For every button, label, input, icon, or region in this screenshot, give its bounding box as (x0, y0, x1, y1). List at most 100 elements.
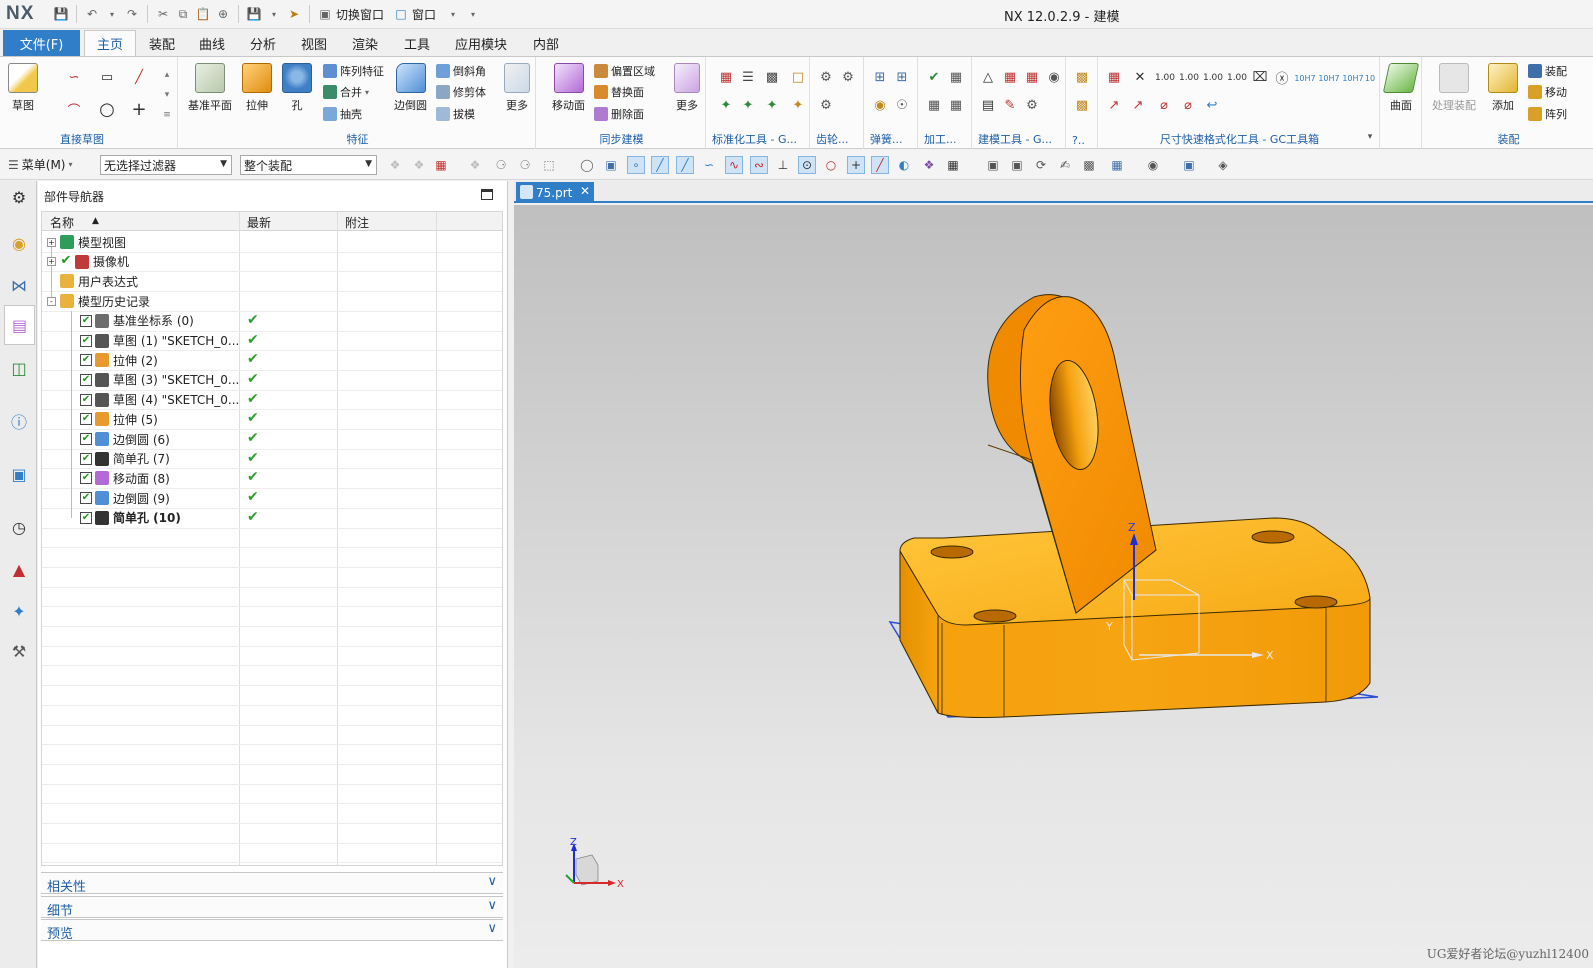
visibility-checkbox[interactable]: ✔ (80, 472, 92, 485)
gc-tool-2-icon[interactable]: ☰ (740, 69, 756, 85)
visibility-checkbox[interactable]: ✔ (80, 354, 92, 367)
arc-icon[interactable]: ⌒ (66, 101, 82, 119)
tree-node[interactable]: - 模型历史记录 (42, 292, 242, 311)
menu-button[interactable]: ☰ 菜单(M) ▾ (8, 156, 73, 173)
view-rotate-icon[interactable]: ⟳ (1032, 156, 1050, 174)
rectangle-icon[interactable]: ▭ (99, 69, 115, 85)
circle-icon[interactable]: ○ (99, 99, 115, 120)
pattern-component-button[interactable]: 阵列 (1528, 106, 1567, 122)
replace-face-button[interactable]: 替换面 (594, 84, 644, 100)
profile-icon[interactable]: ∽ (66, 69, 82, 85)
more-tool-2-icon[interactable]: ▩ (1074, 97, 1090, 113)
tab-internal[interactable]: 内部 (524, 30, 568, 56)
move-component-button[interactable]: 移动 (1528, 84, 1567, 100)
gc-tool-7-icon[interactable]: ✦ (764, 97, 780, 113)
shaded-icon[interactable]: ▣ (1180, 156, 1198, 174)
tab-tools[interactable]: 工具 (395, 30, 439, 56)
modeling-tool-4-icon[interactable]: ◉ (1046, 69, 1062, 85)
save-dropdown-icon[interactable]: ▾ (265, 5, 283, 23)
gc-tool-6-icon[interactable]: ✦ (740, 97, 756, 113)
sketch-button[interactable]: 草图 (8, 63, 38, 113)
undo-icon[interactable]: ↶ (83, 5, 101, 23)
visibility-checkbox[interactable]: ✔ (80, 511, 92, 524)
view-zoom-icon[interactable]: ▣ (1008, 156, 1026, 174)
draft-button[interactable]: 拔模 (436, 106, 475, 122)
tree-node[interactable]: ✔ 草图 (3) "SKETCH_0... (42, 370, 242, 389)
snap-line-icon[interactable]: ╱ (676, 156, 694, 174)
selection-scope-select[interactable]: 整个装配 ▼ (240, 155, 377, 175)
collapse-icon[interactable]: - (47, 296, 56, 306)
history-icon[interactable]: ◷ (7, 515, 31, 539)
window-menu-button[interactable]: 窗口 (412, 6, 436, 23)
save-as-icon[interactable]: 💾 (245, 5, 263, 23)
tree-node[interactable]: ✔ 基准坐标系 (0) (42, 311, 242, 330)
view-pan-icon[interactable]: ✍ (1056, 156, 1074, 174)
tree-node[interactable]: 用户表达式 (42, 272, 242, 291)
tree-node[interactable]: + ✔ 摄像机 (42, 252, 242, 271)
visibility-checkbox[interactable]: ✔ (80, 334, 92, 347)
paste-icon[interactable]: 📋 (194, 5, 212, 23)
assembly-constraints-button[interactable]: 装配 (1528, 63, 1567, 79)
more-tool-1-icon[interactable]: ▩ (1074, 69, 1090, 85)
modeling-tool-3-icon[interactable]: ▦ (1024, 69, 1040, 85)
visibility-checkbox[interactable]: ✔ (80, 314, 92, 327)
view-orient-icon[interactable]: ▦ (1108, 156, 1126, 174)
tab-render[interactable]: 渲染 (343, 30, 387, 56)
copy-icon[interactable]: ⧉ (174, 5, 192, 23)
tolerance-1-button[interactable]: 1.00 (1154, 70, 1176, 86)
view-tool-icon[interactable]: ▣ (602, 156, 620, 174)
trim-body-button[interactable]: 修剪体 (436, 84, 486, 100)
paste-special-icon[interactable]: ⊕ (214, 5, 232, 23)
edge-blend-button[interactable]: 边倒圆 (394, 63, 427, 113)
tab-file[interactable]: 文件(F) (3, 30, 80, 56)
spring-tool-3-icon[interactable]: ◉ (872, 97, 888, 113)
system-materials-icon[interactable]: ⚒ (7, 639, 31, 663)
spring-tool-4-icon[interactable]: ☉ (894, 97, 910, 113)
tolerance-4-button[interactable]: 1.00 (1226, 70, 1248, 86)
spring-tool-2-icon[interactable]: ⊞ (894, 69, 910, 85)
selection-tool-icon[interactable]: ❖ (410, 156, 428, 174)
save-icon[interactable]: 💾 (52, 5, 70, 23)
tree-node[interactable]: ✔ 草图 (4) "SKETCH_0... (42, 390, 242, 409)
dim-paren-x-icon[interactable]: ⓧ (1274, 69, 1290, 87)
dependencies-panel[interactable]: 相关性 ∨ (41, 872, 503, 895)
snap-point-icon[interactable]: ∿ (725, 156, 743, 174)
render-style-icon[interactable]: ◉ (1144, 156, 1162, 174)
snap-center-icon[interactable]: ⊙ (798, 156, 816, 174)
tab-home[interactable]: 主页 (84, 30, 136, 56)
gear-tool-2-icon[interactable]: ⚙ (840, 69, 856, 85)
window-icon[interactable]: □ (392, 5, 410, 23)
customize-dropdown-icon[interactable]: ▾ (464, 5, 482, 23)
tab-view[interactable]: 视图 (292, 30, 336, 56)
repeat-command-icon[interactable]: ➤ (285, 5, 303, 23)
gallery-up-icon[interactable]: ▴ (159, 67, 175, 83)
redo-icon[interactable]: ↷ (123, 5, 141, 23)
modeling-tool-7-icon[interactable]: ⚙ (1024, 97, 1040, 113)
pattern-feature-button[interactable]: 阵列特征 (323, 63, 384, 79)
snap-midpoint-icon[interactable]: ╱ (651, 156, 669, 174)
cut-icon[interactable]: ✂ (154, 5, 172, 23)
details-panel[interactable]: 细节 ∨ (41, 896, 503, 919)
tree-node[interactable]: ✔ 移动面 (8) (42, 469, 242, 488)
snap-existing-point-icon[interactable]: + (847, 156, 865, 174)
fit-2-button[interactable]: 10H7 (1318, 70, 1340, 86)
column-header-name[interactable]: 名称 (50, 214, 74, 231)
shell-button[interactable]: 抽壳 (323, 106, 362, 122)
visibility-checkbox[interactable]: ✔ (80, 373, 92, 386)
machining-tool-3-icon[interactable]: ▦ (926, 97, 942, 113)
hole-button[interactable]: 孔 (282, 63, 312, 113)
dim-clear-icon[interactable]: ✕ (1132, 69, 1148, 85)
view-fit-icon[interactable]: ▣ (984, 156, 1002, 174)
feature-more-button[interactable]: 更多 (504, 63, 530, 113)
visibility-checkbox[interactable]: ✔ (80, 393, 92, 406)
selection-tool-icon[interactable]: ❖ (386, 156, 404, 174)
offset-region-button[interactable]: 偏置区域 (594, 63, 655, 79)
roles-icon[interactable]: ✦ (7, 599, 31, 623)
tree-node[interactable]: ✔ 拉伸 (5) (42, 410, 242, 429)
snap-endpoint-icon[interactable]: ∘ (627, 156, 645, 174)
spring-tool-1-icon[interactable]: ⊞ (872, 69, 888, 85)
gc-tool-4-icon[interactable]: □ (790, 69, 806, 85)
dim-tool-2-icon[interactable]: ↗ (1106, 97, 1122, 113)
visibility-checkbox[interactable]: ✔ (80, 413, 92, 426)
tree-node[interactable]: ✔ 简单孔 (7) (42, 449, 242, 468)
